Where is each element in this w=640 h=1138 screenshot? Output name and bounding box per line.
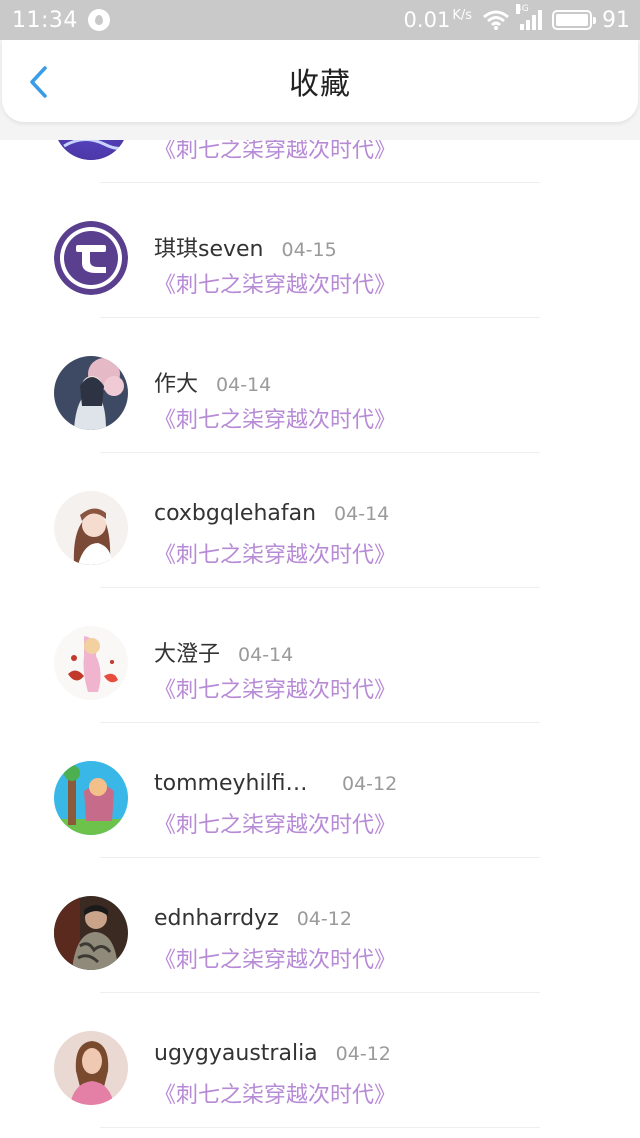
date: 04-12 [335,1043,391,1065]
date: 04-12 [296,908,352,930]
avatar [54,356,128,430]
avatar [54,1031,128,1105]
status-time: 11:34 [12,7,78,33]
battery-icon [552,10,596,30]
date: 04-15 [281,239,337,261]
book-title[interactable]: 《刺七之柒穿越次时代》 [154,402,396,434]
status-bar: 11:34 0.01 K/s 4G 91 [0,0,640,40]
book-title[interactable]: 《刺七之柒穿越次时代》 [154,267,396,299]
list-item[interactable]: 琪琪seven 04-15 《刺七之柒穿越次时代》 [0,183,640,318]
username: 大澄子 [154,642,221,667]
wifi-icon [483,10,509,30]
avatar [54,761,128,835]
username: 作大 [154,372,199,397]
network-type: 4G [516,4,529,14]
book-title[interactable]: 《刺七之柒穿越次时代》 [154,942,396,974]
list-item[interactable]: ednharrdyz 04-12 《刺七之柒穿越次时代》 [0,858,640,993]
date: 04-14 [334,503,390,525]
list-item[interactable]: tommeyhilfiwg... 04-12 《刺七之柒穿越次时代》 [0,723,640,858]
chevron-left-icon [30,66,47,98]
divider [100,1127,540,1128]
avatar [54,221,128,295]
username: coxbgqlehafan [154,501,317,526]
list-item[interactable]: 作大 04-14 《刺七之柒穿越次时代》 [0,318,640,453]
username: ednharrdyz [154,906,279,931]
net-speed: 0.01 K/s [404,8,472,32]
nav-bar: 收藏 [2,40,638,122]
date: 04-12 [342,773,398,795]
book-title[interactable]: 《刺七之柒穿越次时代》 [154,1077,396,1109]
page-title: 收藏 [289,67,351,102]
username: tommeyhilfiwg... [154,771,324,796]
list-item[interactable]: ugygyaustralia 04-12 《刺七之柒穿越次时代》 [0,993,640,1128]
avatar [54,896,128,970]
book-title[interactable]: 《刺七之柒穿越次时代》 [154,672,396,704]
date: 04-14 [216,374,272,396]
notification-drop-icon [87,9,110,31]
back-button[interactable] [20,62,56,102]
avatar [54,626,128,700]
battery-level: 91 [602,7,630,33]
list-item[interactable]: coxbgqlehafan 04-14 《刺七之柒穿越次时代》 [0,453,640,588]
signal-icon: 4G [516,4,542,30]
avatar [54,491,128,565]
username: ugygyaustralia [154,1041,318,1066]
net-speed-value: 0.01 [403,8,451,32]
username: 琪琪seven [154,237,264,262]
book-title[interactable]: 《刺七之柒穿越次时代》 [154,537,396,569]
net-speed-unit: K/s [452,8,472,23]
date: 04-14 [238,644,294,666]
book-title[interactable]: 《刺七之柒穿越次时代》 [154,807,396,839]
list-item[interactable]: 大澄子 04-14 《刺七之柒穿越次时代》 [0,588,640,723]
